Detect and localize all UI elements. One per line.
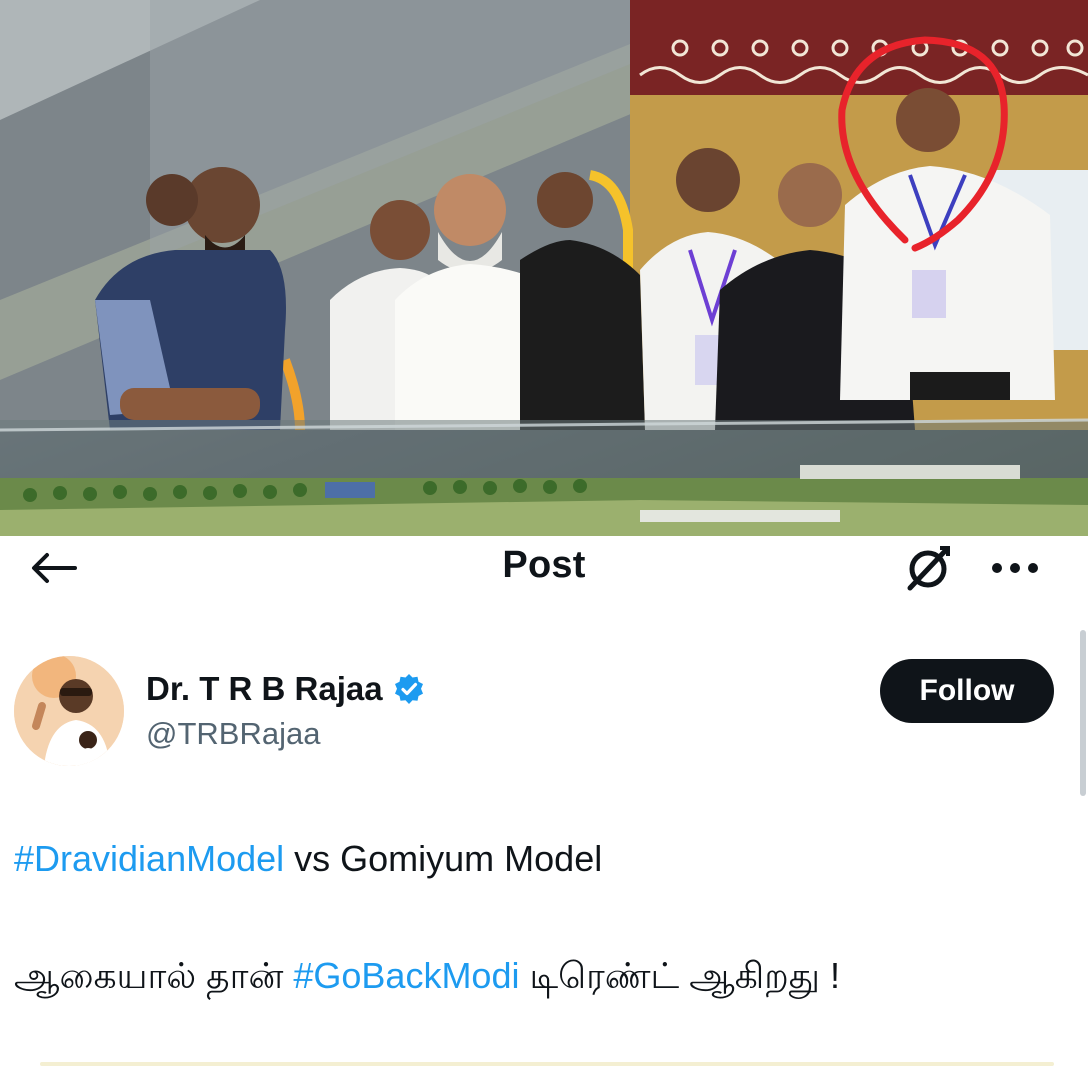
verified-badge-icon <box>394 674 423 704</box>
photo-illustration <box>0 0 1088 536</box>
tweet-text: vs Gomiyum Model <box>284 838 603 879</box>
follow-button[interactable]: Follow <box>880 659 1054 723</box>
avatar-image <box>14 656 124 766</box>
hashtag-link[interactable]: #DravidianModel <box>14 838 284 879</box>
tweet-text: ஆகையால் தான் <box>14 955 294 996</box>
display-name: Dr. T R B Rajaa <box>146 670 383 707</box>
more-horizontal-icon <box>992 563 1038 573</box>
tweet-text: டிரெண்ட் ஆகிறது ! <box>519 955 840 996</box>
grok-button[interactable] <box>896 544 960 592</box>
author-name[interactable]: Dr. T R B Rajaa <box>146 670 425 708</box>
post-header: Post <box>0 536 1088 598</box>
scrollbar[interactable] <box>1080 630 1086 796</box>
avatar[interactable] <box>14 656 124 766</box>
tweet-text-line-2: ஆகையால் தான் #GoBackModi டிரெண்ட் ஆகிறது… <box>14 955 840 1002</box>
post-photo[interactable] <box>0 0 1088 536</box>
more-button[interactable] <box>980 544 1050 592</box>
author-handle[interactable]: @TRBRajaa <box>146 716 320 752</box>
tweet-text-line-1: #DravidianModel vs Gomiyum Model <box>14 838 602 880</box>
hashtag-link[interactable]: #GoBackModi <box>293 955 519 996</box>
card-edge <box>40 1062 1054 1066</box>
grok-icon <box>907 546 950 591</box>
